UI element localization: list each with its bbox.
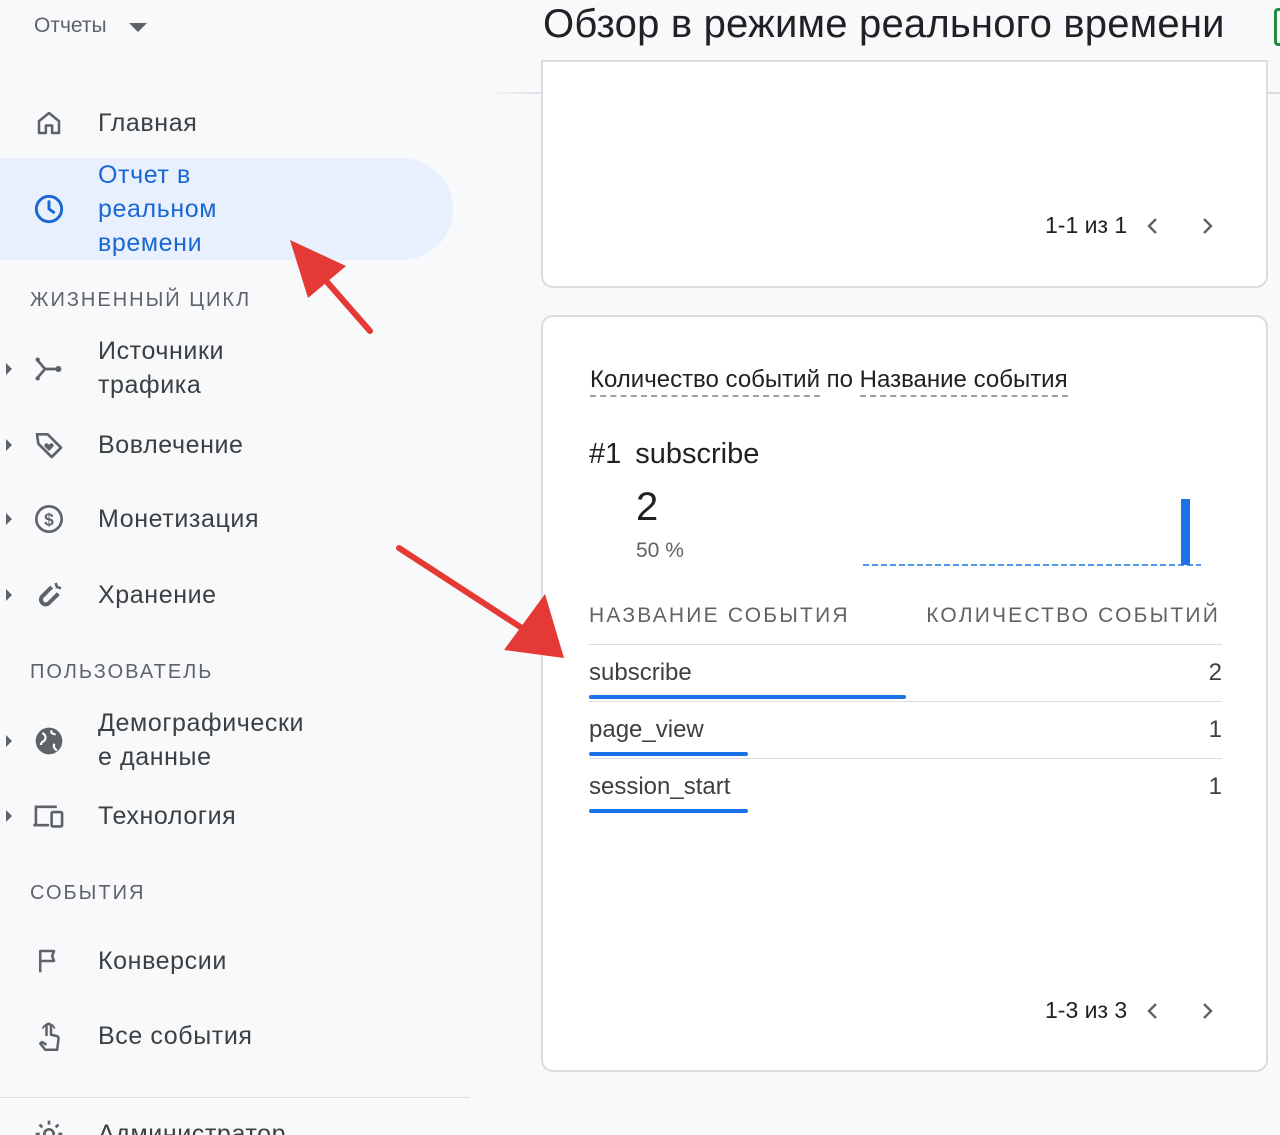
expand-arrow-icon: [6, 363, 12, 375]
table-row[interactable]: page_view 1: [589, 701, 1222, 758]
card-title: Количество событий по Название события: [590, 366, 1068, 397]
top-event-name: subscribe: [635, 438, 760, 470]
fork-icon: [30, 350, 68, 388]
event-count-card: Количество событий по Название события #…: [541, 315, 1268, 1072]
svg-text:$: $: [44, 510, 54, 530]
magnet-icon: [30, 576, 68, 614]
sidebar-item-admin[interactable]: Администратор: [0, 1115, 460, 1135]
sparkline-bar: [1181, 499, 1190, 565]
sidebar-item-technology[interactable]: Технология: [0, 797, 460, 835]
share-bar: [589, 752, 748, 756]
section-heading: ПОЛЬЗОВАТЕЛЬ: [30, 661, 214, 683]
expand-arrow-icon: [6, 810, 12, 822]
chevron-right-icon[interactable]: [1195, 999, 1219, 1023]
share-bar: [589, 695, 906, 699]
clock-icon: [30, 190, 68, 228]
event-count: 1: [1208, 716, 1222, 743]
sidebar-item-label: Хранение: [98, 581, 217, 609]
top-event: #1 subscribe: [589, 438, 759, 471]
column-header-name[interactable]: НАЗВАНИЕ СОБЫТИЯ: [589, 604, 850, 628]
table-row[interactable]: subscribe 2: [589, 644, 1222, 701]
sidebar-item-label: Конверсии: [98, 947, 227, 975]
event-name: session_start: [589, 773, 731, 800]
chevron-left-icon[interactable]: [1141, 214, 1165, 238]
chevron-right-icon[interactable]: [1195, 214, 1219, 238]
sidebar-item-retention[interactable]: Хранение: [0, 576, 460, 614]
title-connector: по: [826, 366, 853, 393]
event-name: subscribe: [589, 659, 692, 686]
expand-arrow-icon: [6, 735, 12, 747]
globe-icon: [30, 722, 68, 760]
tag-heart-icon: [30, 426, 68, 464]
sidebar-item-label: Технология: [98, 802, 237, 830]
page-title: Обзор в режиме реального времени: [543, 2, 1225, 46]
sidebar-item-label: Источники трафика: [98, 337, 225, 399]
report-card: 1-1 из 1: [541, 60, 1268, 288]
expand-arrow-icon: [6, 589, 12, 601]
sidebar-item-label: Администратор: [98, 1120, 287, 1135]
sidebar-item-traffic[interactable]: Источники трафика: [0, 334, 460, 404]
section-heading: ЖИЗНЕННЫЙ ЦИКЛ: [30, 289, 252, 311]
chevron-left-icon[interactable]: [1141, 999, 1165, 1023]
event-count: 2: [1208, 659, 1222, 686]
dimension-selector[interactable]: Название события: [859, 366, 1068, 397]
reports-dropdown[interactable]: Отчеты: [34, 14, 147, 38]
pagination: 1-1 из 1: [1045, 212, 1219, 239]
section-heading: СОБЫТИЯ: [30, 882, 146, 904]
expand-arrow-icon: [6, 513, 12, 525]
gear-icon: [30, 1115, 68, 1135]
top-event-rank: #1: [589, 438, 622, 470]
sidebar-item-label: Главная: [98, 109, 198, 137]
sidebar-item-label: Демографически е данные: [98, 709, 305, 771]
sidebar-item-label: Вовлечение: [98, 431, 244, 459]
event-name: page_view: [589, 716, 704, 743]
top-event-value: 2: [636, 485, 659, 529]
sidebar-item-all-events[interactable]: Все события: [0, 1017, 460, 1055]
sidebar-item-label: Монетизация: [98, 505, 260, 533]
sidebar-item-label: Все события: [98, 1022, 253, 1050]
home-icon: [30, 104, 68, 142]
dollar-icon: $: [30, 500, 68, 538]
touch-icon: [30, 1017, 68, 1055]
metric-selector[interactable]: Количество событий: [590, 366, 820, 397]
pagination-label: 1-3 из 3: [1045, 997, 1128, 1023]
chevron-down-icon: [128, 22, 147, 32]
sidebar-item-home[interactable]: Главная: [0, 104, 460, 142]
sidebar-item-engagement[interactable]: Вовлечение: [0, 426, 460, 464]
top-event-percent: 50 %: [636, 539, 684, 562]
sidebar-item-label: Отчет в реальном времени: [98, 161, 218, 257]
sidebar-item-conversions[interactable]: Конверсии: [0, 942, 460, 980]
share-bar: [589, 809, 748, 813]
divider: [0, 1097, 470, 1098]
sidebar-item-monetization[interactable]: $ Монетизация: [0, 500, 460, 538]
pagination: 1-3 из 3: [1045, 997, 1219, 1024]
sidebar-item-demographics[interactable]: Демографически е данные: [0, 706, 460, 776]
table-row[interactable]: session_start 1: [589, 758, 1222, 815]
devices-icon: [30, 797, 68, 835]
sparkline-chart: [863, 499, 1201, 566]
flag-icon: [30, 942, 68, 980]
status-chip: [1274, 8, 1280, 46]
event-count: 1: [1208, 773, 1222, 800]
column-header-count[interactable]: КОЛИЧЕСТВО СОБЫТИЙ: [926, 604, 1220, 628]
reports-label: Отчеты: [34, 14, 107, 37]
expand-arrow-icon: [6, 439, 12, 451]
pagination-label: 1-1 из 1: [1045, 212, 1128, 238]
